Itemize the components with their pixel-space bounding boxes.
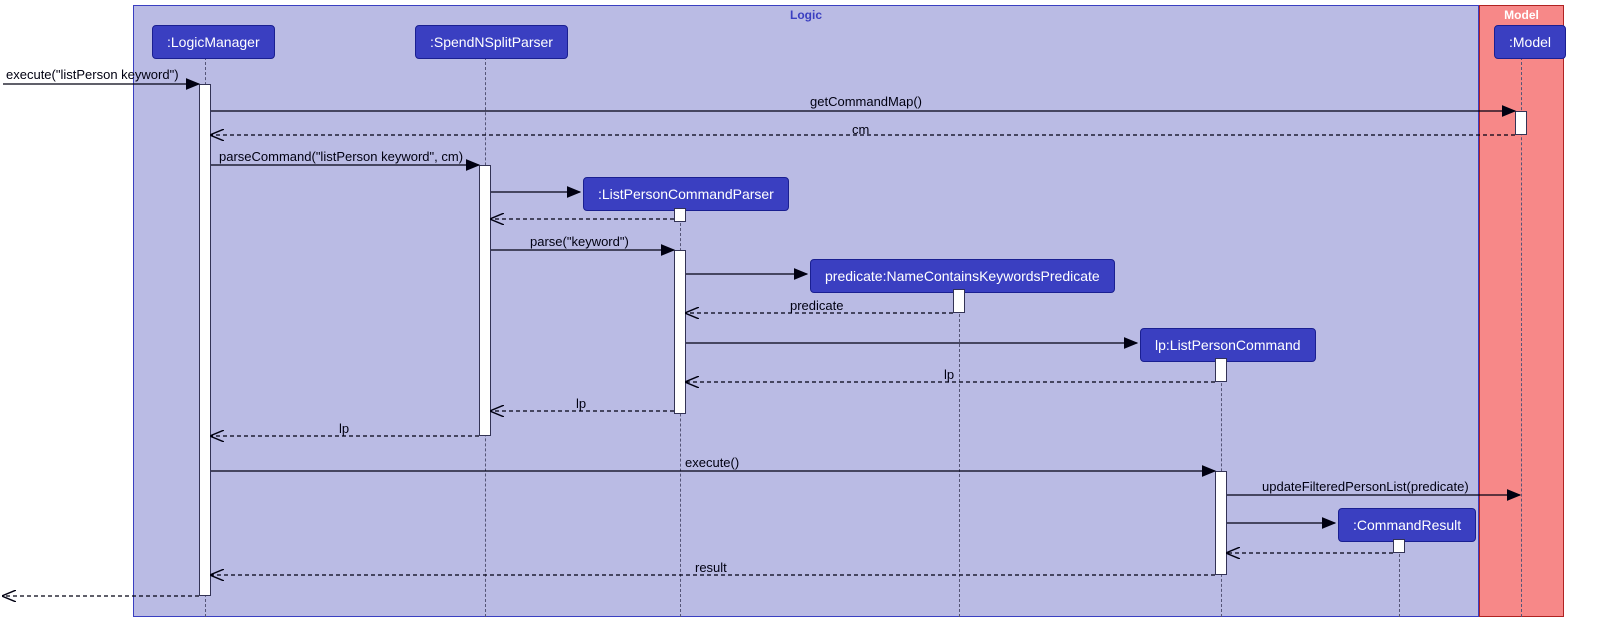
activation-commandresult xyxy=(1393,539,1405,553)
participant-commandresult: :CommandResult xyxy=(1338,508,1476,542)
label-execute2: execute() xyxy=(685,455,739,470)
activation-listpersonparser2 xyxy=(674,250,686,414)
lifeline-predicate xyxy=(959,289,960,617)
participant-logicmanager: :LogicManager xyxy=(152,25,275,59)
activation-listpersoncommand2 xyxy=(1215,471,1227,575)
label-cm: cm xyxy=(852,122,869,137)
activation-listpersoncommand1 xyxy=(1215,358,1227,382)
participant-listpersoncommand: lp:ListPersonCommand xyxy=(1140,328,1316,362)
participant-spendnsplit: :SpendNSplitParser xyxy=(415,25,568,59)
label-execute-in: execute("listPerson keyword") xyxy=(6,67,179,82)
activation-logicmanager xyxy=(199,84,211,596)
activation-listpersonparser1 xyxy=(674,208,686,222)
participant-predicate: predicate:NameContainsKeywordsPredicate xyxy=(810,259,1115,293)
region-logic-title: Logic xyxy=(134,6,1478,24)
activation-predicate xyxy=(953,289,965,313)
region-model-title: Model xyxy=(1480,6,1563,24)
lifeline-model xyxy=(1521,57,1522,617)
label-parse: parse("keyword") xyxy=(530,234,629,249)
label-getcommandmap: getCommandMap() xyxy=(810,94,922,109)
label-lp1: lp xyxy=(944,367,954,382)
label-lp2: lp xyxy=(576,396,586,411)
label-lp3: lp xyxy=(339,421,349,436)
label-result: result xyxy=(695,560,727,575)
participant-model: :Model xyxy=(1494,25,1566,59)
label-predicate: predicate xyxy=(790,298,843,313)
activation-spendnsplit xyxy=(479,165,491,436)
label-parsecommand: parseCommand("listPerson keyword", cm) xyxy=(219,149,463,164)
activation-model1 xyxy=(1515,111,1527,135)
participant-listpersonparser: :ListPersonCommandParser xyxy=(583,177,789,211)
label-updatefiltered: updateFilteredPersonList(predicate) xyxy=(1262,479,1469,494)
